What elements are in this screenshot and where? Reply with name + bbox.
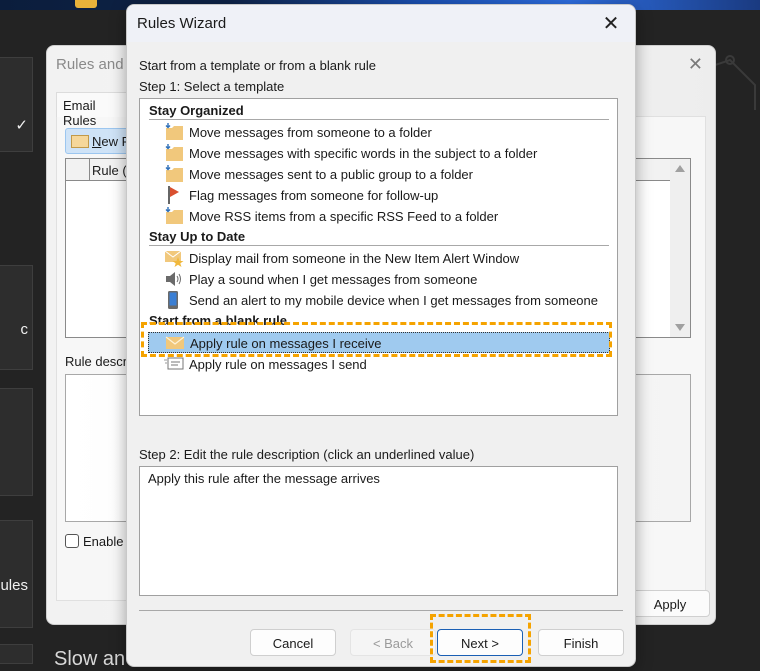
dialog-title: Rules and A	[56, 56, 137, 73]
settings-tile[interactable]	[0, 388, 33, 496]
cancel-button[interactable]: Cancel	[250, 629, 336, 656]
finish-button[interactable]: Finish	[538, 629, 624, 656]
tile-label: ules	[0, 577, 28, 594]
apply-button[interactable]: Apply	[630, 590, 710, 617]
mail-alert-star-icon	[164, 250, 184, 267]
back-button[interactable]: < Back	[350, 629, 436, 656]
dialog-title: Rules Wizard	[137, 15, 227, 32]
settings-tile[interactable]: c	[0, 265, 33, 370]
background-heading: Slow an	[54, 648, 126, 670]
flag-icon	[168, 186, 179, 204]
new-rule-button[interactable]: New R	[65, 128, 135, 154]
rule-description-box[interactable]: Apply this rule after the message arrive…	[139, 466, 618, 596]
speaker-icon	[166, 272, 181, 286]
move-to-folder-icon	[165, 207, 183, 224]
template-label: Move RSS items from a specific RSS Feed …	[189, 209, 499, 224]
rule-description-text: Apply this rule after the message arrive…	[148, 471, 380, 486]
scrollbar[interactable]	[670, 159, 690, 337]
footer-divider	[139, 610, 623, 611]
group-header: Stay Organized	[149, 103, 244, 118]
template-label: Apply rule on messages I send	[189, 357, 367, 372]
template-label: Move messages from someone to a folder	[189, 125, 432, 140]
template-item[interactable]: Send an alert to my mobile device when I…	[148, 290, 610, 310]
template-item[interactable]: Flag messages from someone for follow-up	[148, 185, 610, 205]
highlight-box-next-button	[430, 614, 531, 663]
intro-text: Start from a template or from a blank ru…	[139, 58, 376, 73]
new-rule-accel: N	[92, 134, 102, 149]
tab-email-rules[interactable]: Email Rules	[56, 92, 136, 128]
group-divider	[149, 119, 609, 120]
template-item[interactable]: Move messages with specific words in the…	[148, 143, 610, 163]
template-item[interactable]: Apply rule on messages I send	[148, 354, 610, 374]
move-to-folder-icon	[165, 123, 183, 140]
template-label: Send an alert to my mobile device when I…	[189, 293, 598, 308]
template-item[interactable]: Move messages from someone to a folder	[148, 122, 610, 142]
template-item[interactable]: Display mail from someone in the New Ite…	[148, 248, 610, 268]
column-header-check[interactable]	[66, 159, 90, 180]
scroll-down-icon[interactable]	[675, 324, 685, 331]
envelope-send-icon	[164, 357, 184, 370]
group-header: Stay Up to Date	[149, 229, 246, 244]
close-button[interactable]: ✕	[597, 10, 625, 38]
folder-icon	[75, 0, 97, 8]
new-rule-icon	[71, 135, 89, 148]
step2-label: Step 2: Edit the rule description (click…	[139, 447, 475, 462]
title-bar: Rules Wizard ✕	[127, 5, 635, 42]
mobile-device-icon	[168, 291, 178, 309]
settings-tile[interactable]: ✓	[0, 57, 33, 152]
move-to-folder-icon	[165, 144, 183, 161]
settings-tile[interactable]	[0, 644, 33, 664]
template-item[interactable]: Move RSS items from a specific RSS Feed …	[148, 206, 610, 226]
group-divider	[149, 245, 609, 246]
close-icon[interactable]: ✕	[688, 54, 703, 75]
checkbox-icon[interactable]	[65, 534, 79, 548]
template-label: Flag messages from someone for follow-up	[189, 188, 439, 203]
column-header-rule[interactable]: Rule (	[92, 163, 127, 178]
step1-label: Step 1: Select a template	[139, 79, 285, 94]
move-to-folder-icon	[165, 165, 183, 182]
enable-checkbox[interactable]: Enable	[65, 534, 123, 549]
tile-label: ✓	[15, 117, 28, 134]
highlight-box-selected-template	[141, 322, 612, 357]
template-item[interactable]: Move messages sent to a public group to …	[148, 164, 610, 184]
template-item[interactable]: Play a sound when I get messages from so…	[148, 269, 610, 289]
close-icon: ✕	[602, 13, 620, 35]
template-label: Play a sound when I get messages from so…	[189, 272, 478, 287]
template-label: Move messages sent to a public group to …	[189, 167, 473, 182]
template-list[interactable]: Stay Organized Move messages from someon…	[139, 98, 618, 416]
scroll-up-icon[interactable]	[675, 165, 685, 172]
tile-label: c	[20, 321, 29, 338]
template-label: Move messages with specific words in the…	[189, 146, 538, 161]
template-label: Display mail from someone in the New Ite…	[189, 251, 520, 266]
settings-tile[interactable]: ules	[0, 520, 33, 628]
rule-description-label: Rule descr	[65, 354, 128, 369]
enable-label: Enable	[83, 534, 124, 549]
